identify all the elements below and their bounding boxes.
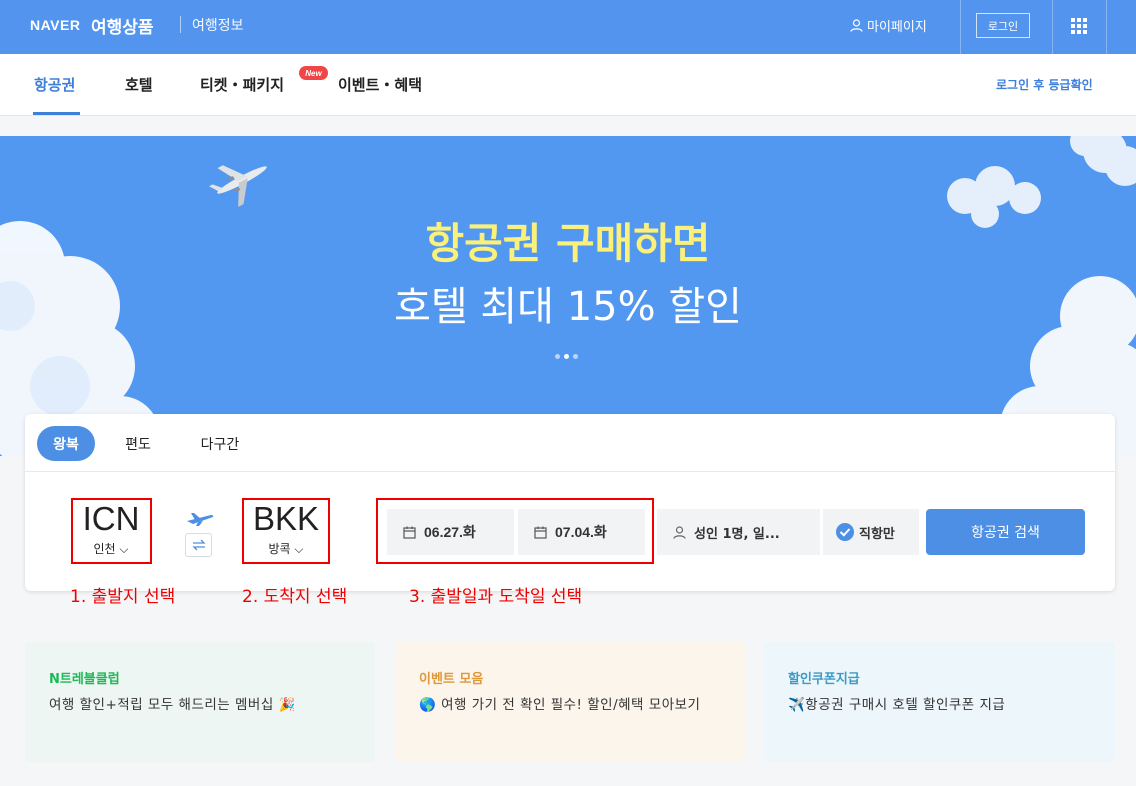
- promo-banner[interactable]: 항공권 구매하면 호텔 최대 15% 할인: [0, 136, 1136, 456]
- card-title: 할인쿠폰지급: [788, 672, 860, 687]
- user-icon: [850, 19, 863, 32]
- flight-search-button[interactable]: 항공권 검색: [926, 509, 1085, 555]
- annotation-box-destination: [242, 498, 330, 564]
- user-icon: [673, 525, 686, 539]
- carousel-dot[interactable]: [555, 354, 560, 359]
- direct-only-label: 직항만: [859, 526, 895, 542]
- tab-flights[interactable]: 항공권: [34, 74, 75, 95]
- new-badge: New: [299, 66, 328, 80]
- apps-grid-icon[interactable]: [1071, 18, 1087, 34]
- tab-tickets-packages[interactable]: 티켓・패키지: [200, 74, 284, 95]
- promo-card-events[interactable]: 이벤트 모음 🌎 여행 가기 전 확인 필수! 할인/혜택 모아보기: [395, 642, 745, 762]
- active-tab-indicator: [33, 112, 80, 115]
- category-nav: 항공권 호텔 티켓・패키지 New 이벤트・혜택 로그인 후 등급확인: [0, 54, 1136, 116]
- banner-headline: 항공권 구매하면: [425, 219, 711, 268]
- annotation-box-origin: [71, 498, 152, 564]
- annotation-dates: 3. 출발일과 도착일 선택: [409, 587, 583, 607]
- divider: [1052, 0, 1053, 54]
- promo-card-ntravel[interactable]: N트레블클럽 여행 할인+적립 모두 해드리는 멤버십 🎉: [25, 642, 375, 762]
- carousel-dot[interactable]: [573, 354, 578, 359]
- naver-logo[interactable]: NAVER: [30, 17, 80, 33]
- divider: [1106, 0, 1107, 54]
- banner-subheadline: 호텔 최대 15% 할인: [394, 284, 742, 330]
- trip-type-oneway[interactable]: 편도: [121, 426, 155, 461]
- annotation-box-dates: [376, 498, 654, 564]
- card-description: 여행 할인+적립 모두 해드리는 멤버십 🎉: [49, 697, 296, 713]
- service-title[interactable]: 여행상품: [91, 13, 154, 38]
- passenger-selector[interactable]: 성인 1명, 일...: [657, 509, 820, 555]
- trip-type-multicity[interactable]: 다구간: [195, 426, 245, 461]
- tab-events-benefits[interactable]: 이벤트・혜택: [338, 74, 422, 95]
- annotation-destination: 2. 도착지 선택: [242, 587, 348, 607]
- tab-hotels[interactable]: 호텔: [125, 74, 153, 95]
- mypage-label: 마이페이지: [867, 20, 927, 35]
- airplane-small-icon: [187, 513, 214, 526]
- divider: [25, 471, 1115, 472]
- check-circle-icon: [836, 523, 854, 541]
- mypage-link[interactable]: 마이페이지: [850, 16, 927, 35]
- swap-icon: [191, 539, 206, 551]
- promo-card-coupons[interactable]: 할인쿠폰지급 ✈️항공권 구매시 호텔 할인쿠폰 지급: [764, 642, 1115, 762]
- top-bar: NAVER 여행상품 여행정보 마이페이지 로그인: [0, 0, 1136, 54]
- airplane-icon: [209, 165, 267, 207]
- card-title: 이벤트 모음: [419, 672, 484, 687]
- swap-button[interactable]: [185, 533, 212, 557]
- card-title: N트레블클럽: [49, 672, 120, 687]
- login-button[interactable]: 로그인: [976, 13, 1030, 38]
- divider: [960, 0, 961, 54]
- annotation-origin: 1. 출발지 선택: [70, 587, 176, 607]
- trip-type-roundtrip[interactable]: 왕복: [37, 426, 95, 461]
- travel-info-link[interactable]: 여행정보: [192, 15, 244, 35]
- card-description: 🌎 여행 가기 전 확인 필수! 할인/혜택 모아보기: [419, 697, 701, 713]
- passenger-summary: 성인 1명, 일...: [694, 526, 780, 542]
- carousel-dot-active[interactable]: [564, 354, 569, 359]
- carousel-indicator[interactable]: [555, 354, 578, 359]
- divider: [180, 16, 181, 33]
- card-description: ✈️항공권 구매시 호텔 할인쿠폰 지급: [788, 697, 1006, 713]
- direct-only-toggle[interactable]: 직항만: [823, 509, 919, 555]
- membership-grade-link[interactable]: 로그인 후 등급확인: [996, 76, 1093, 93]
